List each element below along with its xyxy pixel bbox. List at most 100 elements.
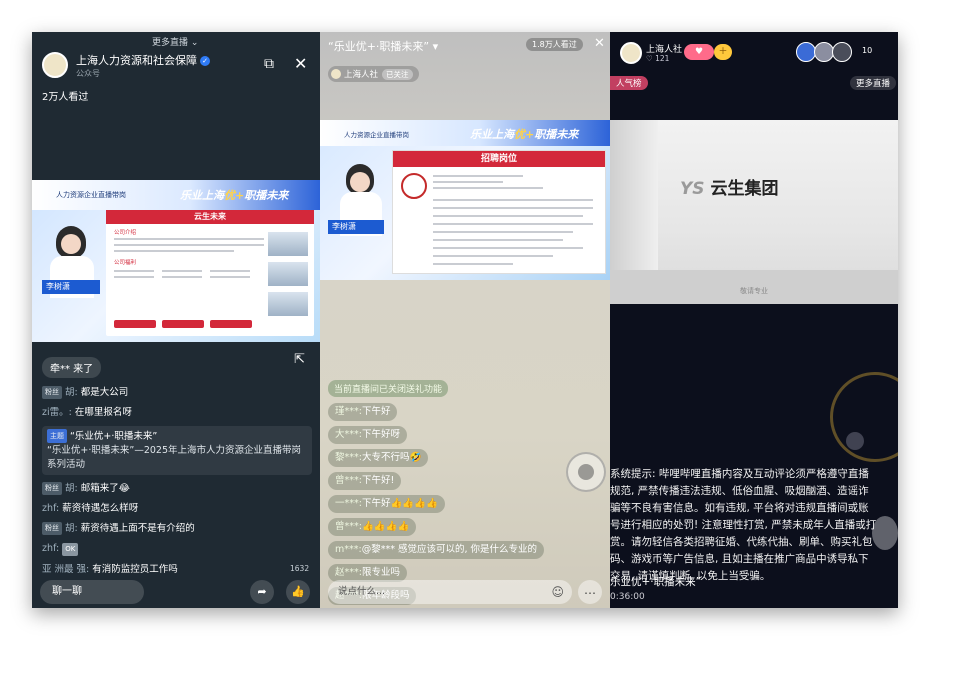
viewer-avatar[interactable] [814,42,834,62]
more-live-button[interactable]: 更多直播 [850,76,897,90]
chat-text: 限专业吗 [361,567,400,578]
like-icon[interactable]: 👍 [286,580,310,604]
account-name: 上海人社 [344,70,379,80]
chat-message: zhf: OK [42,542,312,556]
topic-desc: “乐业优+·职播未来”—2025年上海市人力资源企业直播带岗系列活动 [47,445,302,470]
heart-icon[interactable]: ♥ [684,44,714,60]
video-org-banner: 人力资源企业直播带岗 [56,191,126,199]
live-title: “乐业优+·职播未来” [328,40,430,53]
viewer-avatar[interactable] [796,42,816,62]
followed-badge[interactable]: 已关注 [382,69,413,80]
topic-badge: 主题 [47,429,67,443]
chat-user[interactable]: 胡: [65,483,78,494]
video-org-banner: 人力资源企业直播带岗 [344,131,409,139]
emoji-icon[interactable]: ☺ [551,580,564,604]
more-live-button[interactable]: 更多直播 ⌄ [152,35,198,48]
chat-user[interactable]: 曾***: [335,475,362,486]
close-icon[interactable]: ✕ [594,36,605,51]
chat-user[interactable]: 赵***: [335,567,362,578]
account-pill[interactable]: 上海人社 已关注 [328,66,419,82]
comment-input[interactable]: 说点什么... ☺ [328,580,572,604]
system-notice: 系统提示: 哔哩哔哩直播内容及互动评论须严格遵守直播规范, 严禁传播违法违规、低… [610,468,877,582]
slogan-part-a: 乐业上海 [470,128,514,141]
float-window-icon[interactable]: ⧉ [264,56,274,72]
chat-message: 粉丝 胡: 薪资待遇上面不是有介绍的 [42,522,312,535]
chat-user[interactable]: 大***: [335,429,362,440]
chat-text: 薪资待遇上面不是有介绍的 [80,523,195,534]
chat-user[interactable]: 曾***: [335,521,362,532]
close-icon[interactable]: ✕ [294,54,307,73]
chat-text: @黎*** 感觉应该可以的, 你是什么专业的 [361,544,538,555]
chat-user[interactable]: zi雷。: [42,407,72,418]
chat-user[interactable]: 一***: [335,498,362,509]
chat-user[interactable]: m***: [335,544,362,555]
view-count: 1.8万人看过 [526,38,583,51]
chevron-down-icon: ⌄ [190,38,199,48]
likes-count: 121 [655,54,670,63]
chat-message: 黎***: 大专不行吗🤣 [328,449,429,467]
popularity-rank-button[interactable]: 人气榜 [610,76,648,90]
section-company-intro: 公司介绍 [114,230,137,236]
chat-message: 粉丝 胡: 都是大公司 [42,386,312,399]
account-avatar[interactable] [42,52,68,78]
gift-disabled-notice: 当前直播间已关闭送礼功能 [328,380,449,397]
slogan-part-b: 优+ [224,189,245,202]
chat-text: 下午好 [361,406,391,417]
share-icon[interactable]: ➦ [250,580,274,604]
chat-user[interactable]: zhf: [42,543,59,554]
chat-user[interactable]: 胡: [65,387,78,398]
fan-badge: 粉丝 [42,386,62,399]
account-name: 上海人力资源和社会保障 [76,54,197,67]
chat-message: 亚 洲最 强: 有消防监控员工作吗 [42,563,312,576]
topic-card[interactable]: 主题 “乐业优+·职播未来” “乐业优+·职播未来”—2025年上海市人力资源企业… [42,426,312,475]
viewer-avatar[interactable] [832,42,852,62]
live-video[interactable]: 人力资源企业直播带岗 乐业上海优+职播未来 李树潇 云生未来 公司介绍 公司福利 [32,180,320,342]
chat-message: 曾***: 👍👍👍👍 [328,518,417,536]
chat-user[interactable]: 亚 洲最 强: [42,564,89,575]
slogan-part-c: 职播未来 [244,189,289,202]
chat-message: 瑾***: 下午好 [328,403,398,421]
live-video[interactable]: YS 云生集团 敬请专业 [610,120,898,304]
video-slogan: 乐业上海优+职播未来 [180,187,288,203]
slogan-part-c: 职播未来 [534,128,579,141]
company-logo: YS 云生集团 [680,174,778,199]
chat-user[interactable]: zhf: [42,503,59,514]
decoration-ring [830,372,898,462]
chat-text: 薪资待遇怎么样呀 [62,503,139,514]
share-screen-icon[interactable]: ⇱ [294,352,305,367]
chat-message: m***: @黎*** 感觉应该可以的, 你是什么专业的 [328,541,545,559]
floating-ball-button[interactable] [566,452,606,492]
ok-emoji: OK [62,543,79,556]
chat-list: 粉丝 胡: 都是大公司 zi雷。: 在哪里报名呀 主题 “乐业优+·职播未来” “乐… [42,386,312,583]
job-card: 招聘岗位 [392,150,606,274]
live-panel-bilibili: 上海人社 ♡ 121 ♥ ＋ 10 人气榜 更多直播 YS 云生集团 敬请专业 … [610,32,898,608]
screenshot-collage: 更多直播 ⌄ 上海人力资源和社会保障 ✓ 公众号 ⧉ ✕ 2万人看过 人力资源企业… [32,32,898,608]
decoration-astronaut [846,432,864,450]
chat-text: 下午好呀 [361,429,400,440]
topic-title: “乐业优+·职播未来” [70,431,158,442]
chat-text: 下午好! [361,475,395,486]
chat-message: 大***: 下午好呀 [328,426,407,444]
chat-user[interactable]: 胡: [65,523,78,534]
live-video[interactable]: 人力资源企业直播带岗 乐业上海优+职播未来 李树潇 招聘岗位 [320,120,610,280]
chat-text: 下午好👍👍👍👍 [361,498,438,509]
host-name-tag: 李树潇 [42,280,100,294]
video-watermark: 敬请专业 [740,287,768,295]
live-title-row[interactable]: “乐业优+·职播未来” ▾ [328,38,438,54]
chat-text: 👍👍👍👍 [361,521,410,532]
chat-user[interactable]: 瑾***: [335,406,362,417]
chat-message: 曾***: 下午好! [328,472,402,490]
chat-list: 瑾***: 下午好 大***: 下午好呀 黎***: 大专不行吗🤣 曾***: … [328,398,568,605]
host-name-tag: 李树潇 [328,220,384,234]
follow-icon[interactable]: ＋ [714,44,732,60]
chat-input-button[interactable]: 聊一聊 [40,580,144,604]
chat-message: zi雷。: 在哪里报名呀 [42,406,312,419]
account-avatar[interactable] [620,42,642,64]
more-options-icon[interactable]: … [578,580,602,604]
chat-user[interactable]: 黎***: [335,452,362,463]
account-name-row[interactable]: 上海人力资源和社会保障 ✓ [76,52,210,68]
live-panel-wechat: 更多直播 ⌄ 上海人力资源和社会保障 ✓ 公众号 ⧉ ✕ 2万人看过 人力资源企业… [32,32,320,608]
join-notice: 牵** 来了 [42,357,102,378]
company-logo-mark: YS [680,179,705,199]
floating-ball-button[interactable] [872,516,898,550]
